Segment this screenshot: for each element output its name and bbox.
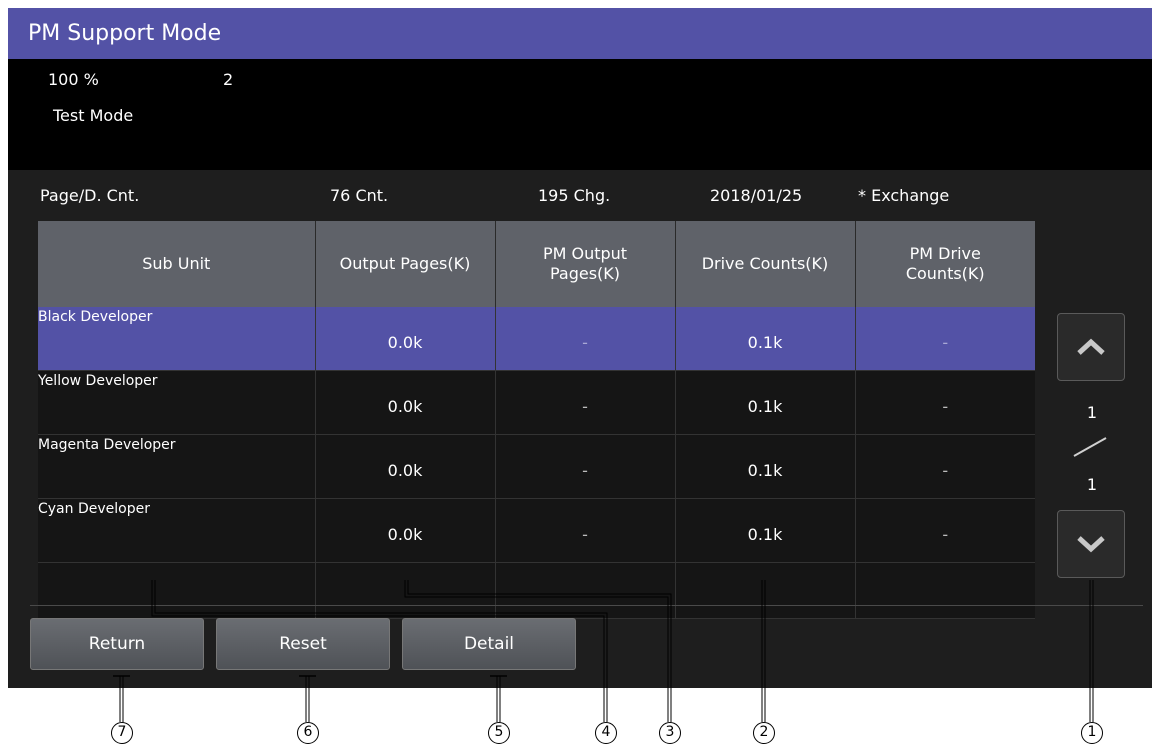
callout-6: 6: [297, 722, 319, 744]
callout-3: 3: [659, 722, 681, 744]
callout-7: 7: [111, 722, 133, 744]
leader-line-group: [113, 580, 1094, 722]
callout-lines: [113, 580, 1094, 722]
callout-2: 2: [753, 722, 775, 744]
callout-1: 1: [1081, 722, 1103, 744]
callout-5: 5: [488, 722, 510, 744]
callout-4: 4: [595, 722, 617, 744]
